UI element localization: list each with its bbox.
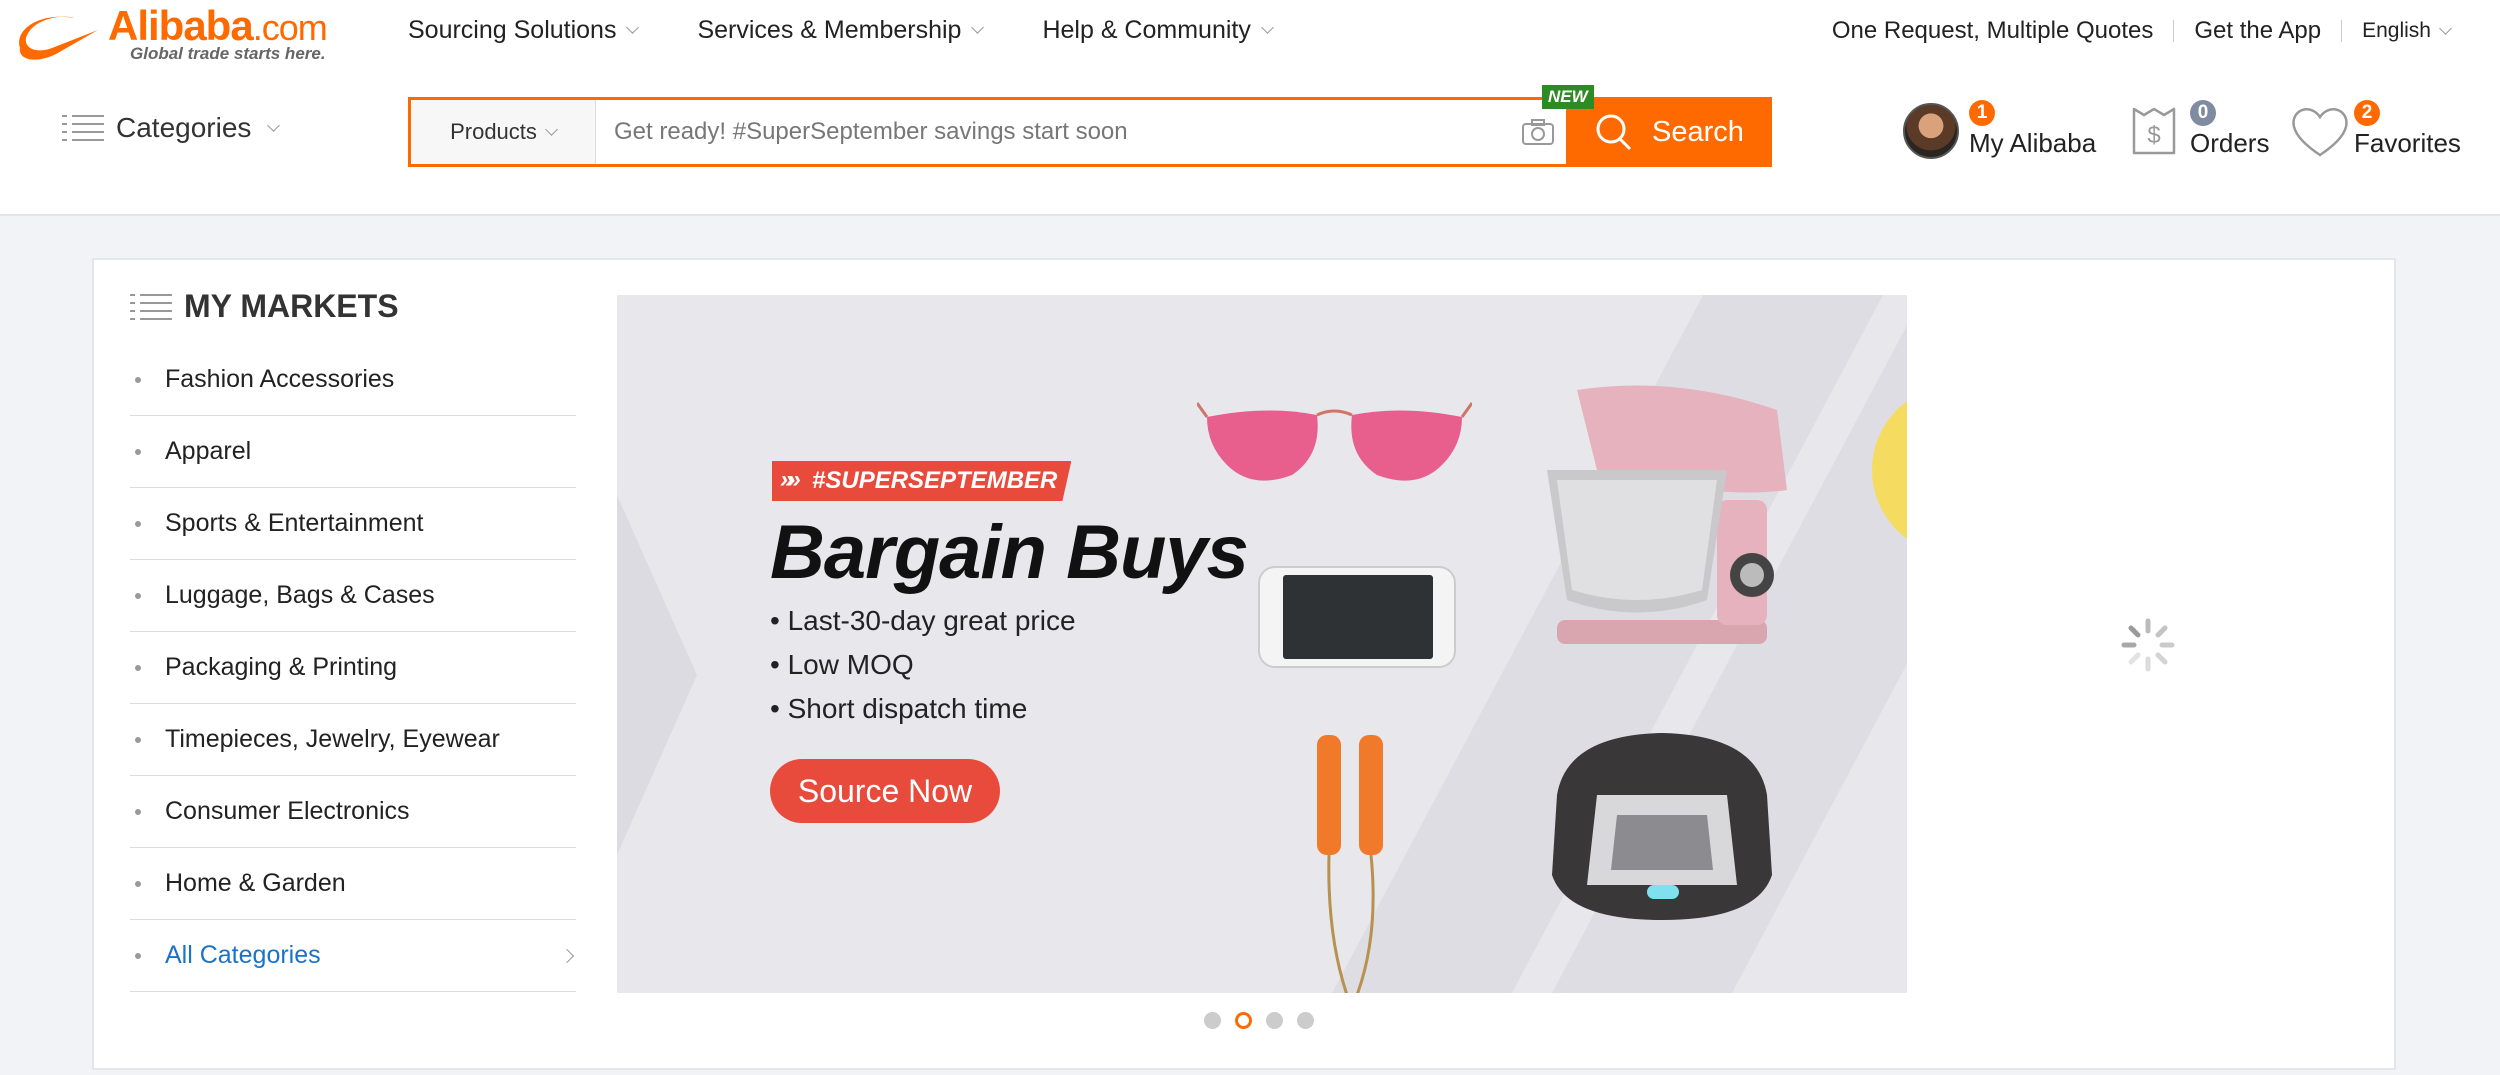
alibaba-smile-icon xyxy=(19,16,98,60)
banner-bullet: Low MOQ xyxy=(770,649,1076,693)
stand-mixer-image xyxy=(1547,385,1787,644)
new-badge: NEW xyxy=(1542,85,1594,109)
orders-count-badge: 0 xyxy=(2190,100,2216,126)
my-markets-title: MY MARKETS xyxy=(184,288,399,324)
categories-label: Categories xyxy=(116,112,252,143)
camera-icon[interactable] xyxy=(1510,100,1566,164)
favorites-count-badge: 2 xyxy=(2354,100,2380,126)
site-header: Alibaba.com Global trade starts here. So… xyxy=(0,0,2500,216)
my-markets-header: MY MARKETS xyxy=(130,288,399,325)
banner-bullet: Short dispatch time xyxy=(770,693,1076,737)
chevron-down-icon xyxy=(971,21,985,34)
search-category-select[interactable]: Products xyxy=(411,100,596,164)
market-item-timepieces-jewelry-eyewear[interactable]: Timepieces, Jewelry, Eyewear xyxy=(130,704,576,776)
market-item-fashion-accessories[interactable]: Fashion Accessories xyxy=(130,344,576,416)
chevron-down-icon xyxy=(545,122,558,136)
logo-tagline: Global trade starts here. xyxy=(130,44,326,63)
nav-help-community[interactable]: Help & Community xyxy=(1042,16,1274,45)
divider xyxy=(2341,20,2343,42)
divider xyxy=(2173,20,2175,42)
svg-text:$: $ xyxy=(2147,122,2160,149)
chevron-down-icon xyxy=(1260,21,1274,34)
carousel-dots xyxy=(1204,1012,1314,1029)
carousel-dot-2[interactable] xyxy=(1235,1012,1252,1029)
list-menu-icon xyxy=(62,113,104,143)
banner-bullet: Last-30-day great price xyxy=(770,605,1076,649)
nav-sourcing-solutions[interactable]: Sourcing Solutions xyxy=(408,16,640,45)
banner-bullets: Last-30-day great price Low MOQ Short di… xyxy=(770,605,1076,737)
list-menu-icon xyxy=(130,292,172,322)
markets-list: Fashion Accessories Apparel Sports & Ent… xyxy=(130,344,576,992)
carousel-dot-3[interactable] xyxy=(1266,1012,1283,1029)
heart-icon xyxy=(2292,108,2348,157)
market-item-consumer-electronics[interactable]: Consumer Electronics xyxy=(130,776,576,848)
yellow-plate-image xyxy=(1872,401,1907,539)
search-button[interactable]: Search xyxy=(1566,97,1772,167)
carousel-dot-4[interactable] xyxy=(1297,1012,1314,1029)
market-item-luggage-bags-cases[interactable]: Luggage, Bags & Cases xyxy=(130,560,576,632)
notification-badge: 1 xyxy=(1969,100,1995,126)
jump-rope-image xyxy=(1317,735,1383,993)
loading-spinner-icon xyxy=(2121,618,2175,672)
home-hero-card: MY MARKETS Fashion Accessories Apparel S… xyxy=(92,258,2396,1070)
banner-headline: Bargain Buys xyxy=(770,510,1249,595)
avatar xyxy=(1903,103,1959,159)
orders-icon: $ xyxy=(2132,107,2176,155)
favorites-button[interactable]: 2 Favorites xyxy=(2290,100,2461,159)
chevron-down-icon xyxy=(626,21,640,34)
promo-tag: »» #SUPERSEPTEMBER xyxy=(772,461,1072,501)
market-item-packaging-printing[interactable]: Packaging & Printing xyxy=(130,632,576,704)
logo-wordmark: Alibaba.com xyxy=(108,2,328,49)
nav-services-membership[interactable]: Services & Membership xyxy=(697,16,985,45)
top-nav: Sourcing Solutions Services & Membership… xyxy=(408,16,1274,45)
sunglasses-image xyxy=(1197,402,1472,481)
speaker-image xyxy=(1552,733,1772,920)
my-alibaba-label: My Alibaba xyxy=(1969,128,2097,158)
language-selector[interactable]: English xyxy=(2362,19,2452,43)
banner-decoration xyxy=(617,495,697,855)
top-links: One Request, Multiple Quotes Get the App… xyxy=(1832,17,2452,45)
alibaba-logo[interactable]: Alibaba.com Global trade starts here. xyxy=(12,2,342,66)
search-icon xyxy=(1596,114,1632,151)
search-input[interactable] xyxy=(596,100,1510,164)
chevron-down-icon xyxy=(267,118,281,132)
my-alibaba-button[interactable]: 1 My Alibaba xyxy=(1903,100,2096,159)
carousel-dot-1[interactable] xyxy=(1204,1012,1221,1029)
source-now-button[interactable]: Source Now xyxy=(770,759,1000,823)
categories-menu[interactable]: Categories xyxy=(62,112,281,144)
get-app-link[interactable]: Get the App xyxy=(2194,17,2321,45)
promo-banner[interactable]: »»#SUPERSEPTEMBER Bargain Buys Last-30-d… xyxy=(617,295,1907,993)
chevron-right-icon xyxy=(559,948,575,963)
orders-button[interactable]: $ 0 Orders xyxy=(2128,100,2269,159)
market-item-home-garden[interactable]: Home & Garden xyxy=(130,848,576,920)
market-item-apparel[interactable]: Apparel xyxy=(130,416,576,488)
orders-label: Orders xyxy=(2190,128,2270,158)
smartphone-image xyxy=(1258,566,1456,668)
chevron-down-icon xyxy=(2439,21,2452,35)
market-item-sports-entertainment[interactable]: Sports & Entertainment xyxy=(130,488,576,560)
favorites-label: Favorites xyxy=(2354,128,2461,158)
all-categories-link[interactable]: All Categories xyxy=(130,920,576,992)
request-quotes-link[interactable]: One Request, Multiple Quotes xyxy=(1832,17,2154,45)
